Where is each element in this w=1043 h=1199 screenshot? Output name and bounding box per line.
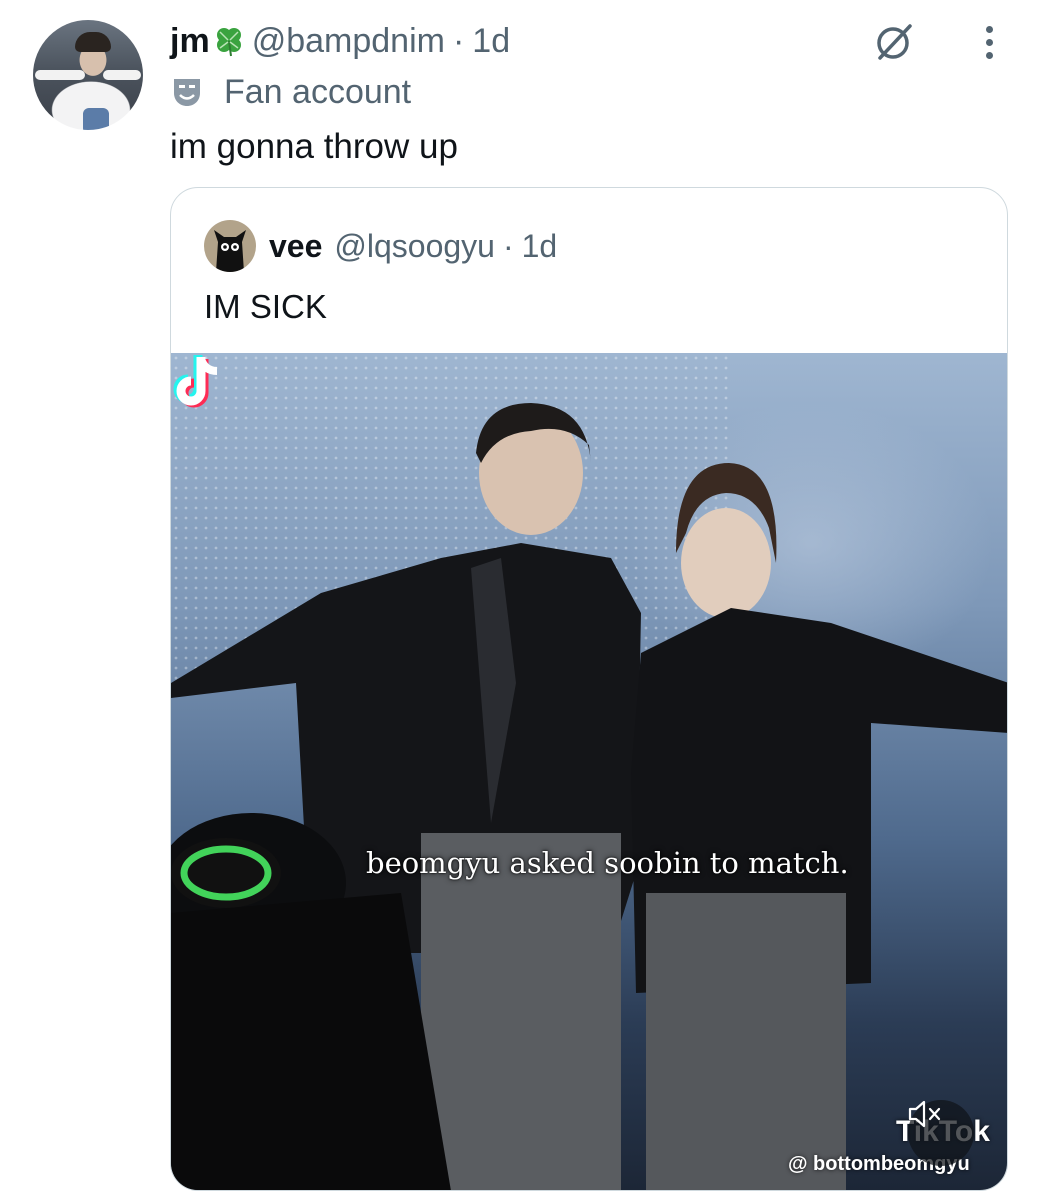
avatar-photo-detail <box>35 70 85 80</box>
avatar-photo-detail <box>75 32 111 52</box>
tweet-timestamp[interactable]: 1d <box>472 22 510 61</box>
account-label[interactable]: Fan account <box>170 70 411 114</box>
avatar-photo-detail <box>103 70 141 80</box>
quoted-author-name[interactable]: vee <box>269 228 322 265</box>
mute-button[interactable] <box>908 1100 974 1166</box>
author-avatar[interactable] <box>33 20 143 130</box>
quoted-author-avatar[interactable] <box>204 220 256 272</box>
avatar-photo-detail <box>83 108 109 130</box>
quoted-tweet-header: vee @lqsoogyu · 1d <box>269 222 557 270</box>
tiktok-logo-icon <box>173 355 218 408</box>
quoted-tweet-timestamp[interactable]: 1d <box>522 228 558 265</box>
tweet-header: jm @bampdnim · 1d <box>170 18 510 64</box>
author-name[interactable]: jm <box>170 22 210 61</box>
quoted-tweet-video[interactable]: beomgyu asked soobin to match. TikTok @ … <box>171 353 1007 1190</box>
quoted-tweet[interactable]: vee @lqsoogyu · 1d IM SICK beomgyu asked… <box>170 187 1008 1191</box>
tweet-text: im gonna throw up <box>170 127 458 166</box>
speaker-muted-icon <box>908 1100 941 1128</box>
theater-mask-icon <box>174 79 200 106</box>
grok-icon[interactable] <box>870 18 918 66</box>
separator-dot: · <box>502 227 514 264</box>
quoted-author-handle[interactable]: @lqsoogyu <box>334 228 495 265</box>
video-caption: beomgyu asked soobin to match. <box>366 846 849 880</box>
separator-dot: · <box>452 21 465 60</box>
more-options-icon[interactable] <box>972 20 1006 64</box>
author-handle[interactable]: @bampdnim <box>252 22 445 61</box>
video-frame <box>171 353 1007 1190</box>
clover-icon <box>216 28 241 57</box>
quoted-tweet-text: IM SICK <box>204 288 327 325</box>
account-label-text: Fan account <box>224 72 412 111</box>
